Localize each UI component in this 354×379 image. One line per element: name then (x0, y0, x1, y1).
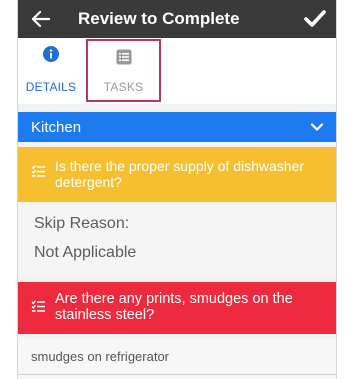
chevron-down-icon (310, 123, 324, 131)
tab-details[interactable]: DETAILS (18, 38, 84, 104)
skip-reason-label: Skip Reason: (34, 215, 130, 232)
task-item[interactable]: Is there the proper supply of dishwasher… (18, 147, 336, 202)
checklist-icon (31, 300, 45, 312)
page-title: Review to Complete (78, 9, 240, 28)
task-note: smudges on refrigerator (18, 339, 336, 379)
tab-details-label: DETAILS (25, 80, 77, 94)
note-text: smudges on refrigerator (31, 349, 170, 364)
checkmark-icon (304, 10, 326, 27)
app-header: Review to Complete (18, 0, 336, 38)
back-button[interactable] (26, 4, 56, 34)
task-text: Are there any prints, smudges on the sta… (55, 291, 293, 323)
info-circle-icon (43, 46, 59, 62)
skip-reason-panel: Skip Reason: Not Applicable (18, 202, 336, 277)
checklist-icon (31, 165, 45, 177)
section-label: Kitchen (31, 119, 82, 136)
app-frame: Review to Complete DETAILS TASKS Kitchen… (17, 0, 337, 379)
divider (18, 374, 336, 375)
tab-tasks-label: TASKS (103, 80, 144, 94)
complete-button[interactable] (300, 4, 330, 34)
list-icon (116, 49, 131, 65)
task-item[interactable]: Are there any prints, smudges on the sta… (18, 282, 336, 334)
tab-tasks[interactable]: TASKS (86, 39, 161, 102)
section-header-kitchen[interactable]: Kitchen (18, 112, 336, 142)
arrow-left-icon (32, 11, 50, 27)
tab-bar: DETAILS TASKS (18, 38, 336, 104)
skip-reason-value: Not Applicable (34, 244, 137, 261)
task-text: Is there the proper supply of dishwasher… (55, 158, 305, 190)
